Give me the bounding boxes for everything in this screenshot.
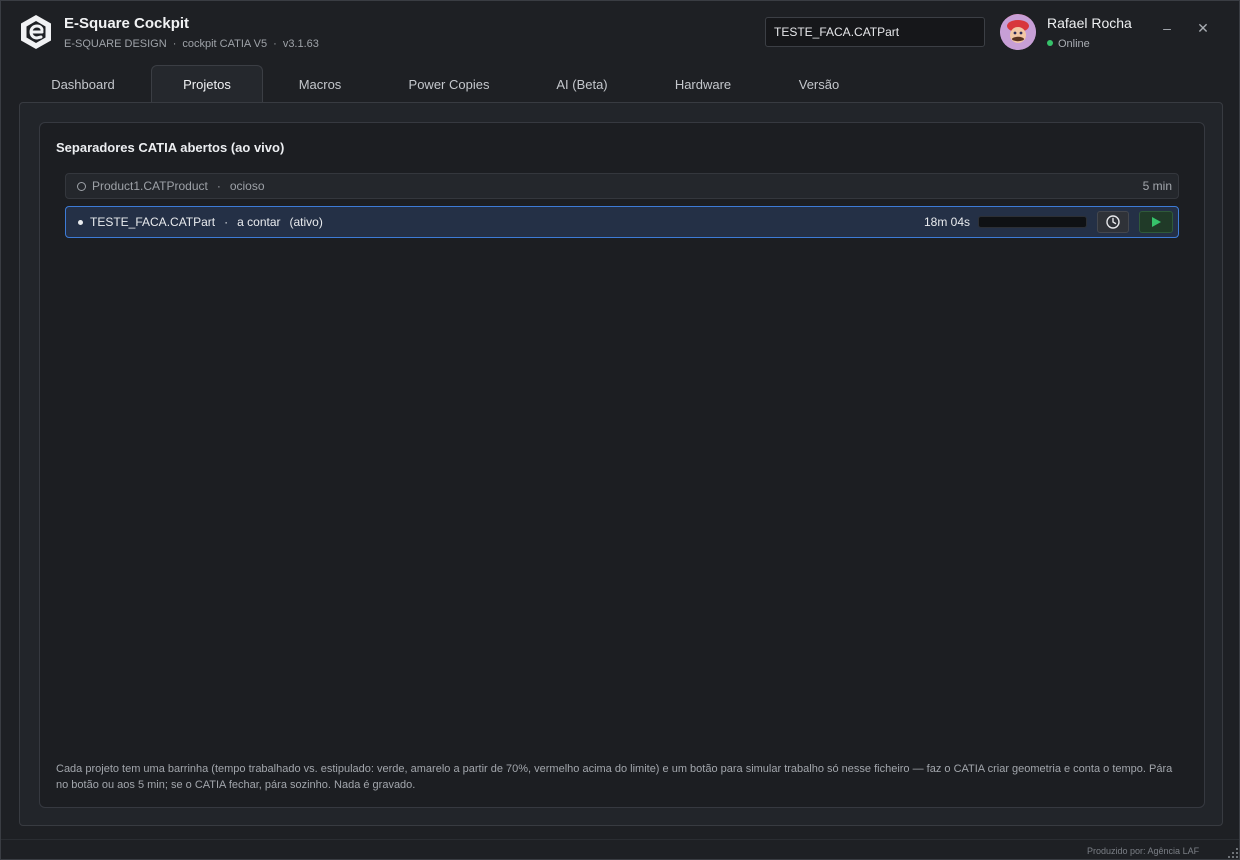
app-subtitle: E-SQUARE DESIGN · cockpit CATIA V5 · v3.1.63 bbox=[64, 38, 319, 50]
subtitle-product: cockpit CATIA V5 bbox=[182, 38, 268, 50]
time-progress-bar bbox=[978, 216, 1087, 228]
project-row-active[interactable]: TESTE_FACA.CATPart · a contar (ativo) 18… bbox=[65, 206, 1179, 238]
row-separator: · bbox=[216, 179, 221, 193]
tab-ai-beta[interactable]: AI (Beta) bbox=[529, 66, 635, 103]
credit-text: Produzido por: Agência LAF bbox=[1087, 846, 1200, 856]
simulate-play-button[interactable] bbox=[1139, 211, 1173, 233]
resize-grip-icon[interactable] bbox=[1227, 847, 1239, 859]
tab-projetos[interactable]: Projetos bbox=[151, 65, 263, 103]
project-extra: (ativo) bbox=[289, 215, 323, 229]
tab-hardware[interactable]: Hardware bbox=[649, 66, 757, 103]
project-state: ocioso bbox=[229, 179, 265, 193]
avatar[interactable] bbox=[1000, 14, 1036, 50]
search-input[interactable] bbox=[765, 17, 985, 47]
subtitle-version: v3.1.63 bbox=[282, 38, 319, 50]
active-dot-icon bbox=[78, 219, 83, 225]
row-separator: · bbox=[224, 215, 229, 229]
app-window: E-Square Cockpit E-SQUARE DESIGN · cockpit… bbox=[0, 0, 1240, 860]
e-square-logo-icon bbox=[21, 15, 51, 49]
subtitle-separator: · bbox=[172, 38, 177, 50]
online-status-icon bbox=[1047, 40, 1053, 46]
tab-versao[interactable]: Versão bbox=[767, 66, 871, 103]
status-divider bbox=[1, 839, 1239, 840]
project-name: TESTE_FACA.CATPart bbox=[90, 215, 216, 229]
project-time: 18m 04s bbox=[923, 215, 970, 229]
close-button[interactable]: ✕ bbox=[1192, 17, 1214, 39]
play-icon bbox=[1152, 217, 1161, 227]
help-note: Cada projeto tem uma barrinha (tempo tra… bbox=[56, 763, 1173, 791]
minimize-button[interactable]: – bbox=[1156, 17, 1178, 39]
card-title: Separadores CATIA abertos (ao vivo) bbox=[56, 140, 285, 155]
user-status: Online bbox=[1047, 38, 1090, 50]
project-row[interactable]: Product1.CATProduct · ocioso 5 min bbox=[65, 173, 1179, 199]
project-time: 5 min bbox=[1142, 179, 1172, 193]
subtitle-separator: · bbox=[273, 38, 277, 50]
subtitle-brand: E-SQUARE DESIGN bbox=[64, 38, 167, 50]
tab-dashboard[interactable]: Dashboard bbox=[19, 66, 147, 103]
clock-icon bbox=[1106, 215, 1120, 229]
project-name: Product1.CATProduct bbox=[92, 179, 208, 193]
avatar-mario-icon bbox=[1000, 14, 1036, 50]
user-status-label: Online bbox=[1058, 38, 1090, 50]
clock-button[interactable] bbox=[1097, 211, 1129, 233]
projects-card: Separadores CATIA abertos (ao vivo) Prod… bbox=[39, 122, 1205, 808]
project-state: a contar bbox=[237, 215, 281, 229]
app-title: E-Square Cockpit bbox=[64, 15, 190, 32]
tab-macros[interactable]: Macros bbox=[267, 66, 373, 103]
title-bar: E-Square Cockpit E-SQUARE DESIGN · cockpit… bbox=[1, 1, 1239, 63]
main-panel: Separadores CATIA abertos (ao vivo) Prod… bbox=[19, 102, 1223, 826]
idle-circle-icon bbox=[77, 181, 86, 191]
tab-power-copies[interactable]: Power Copies bbox=[381, 66, 517, 103]
user-name: Rafael Rocha bbox=[1047, 15, 1132, 31]
